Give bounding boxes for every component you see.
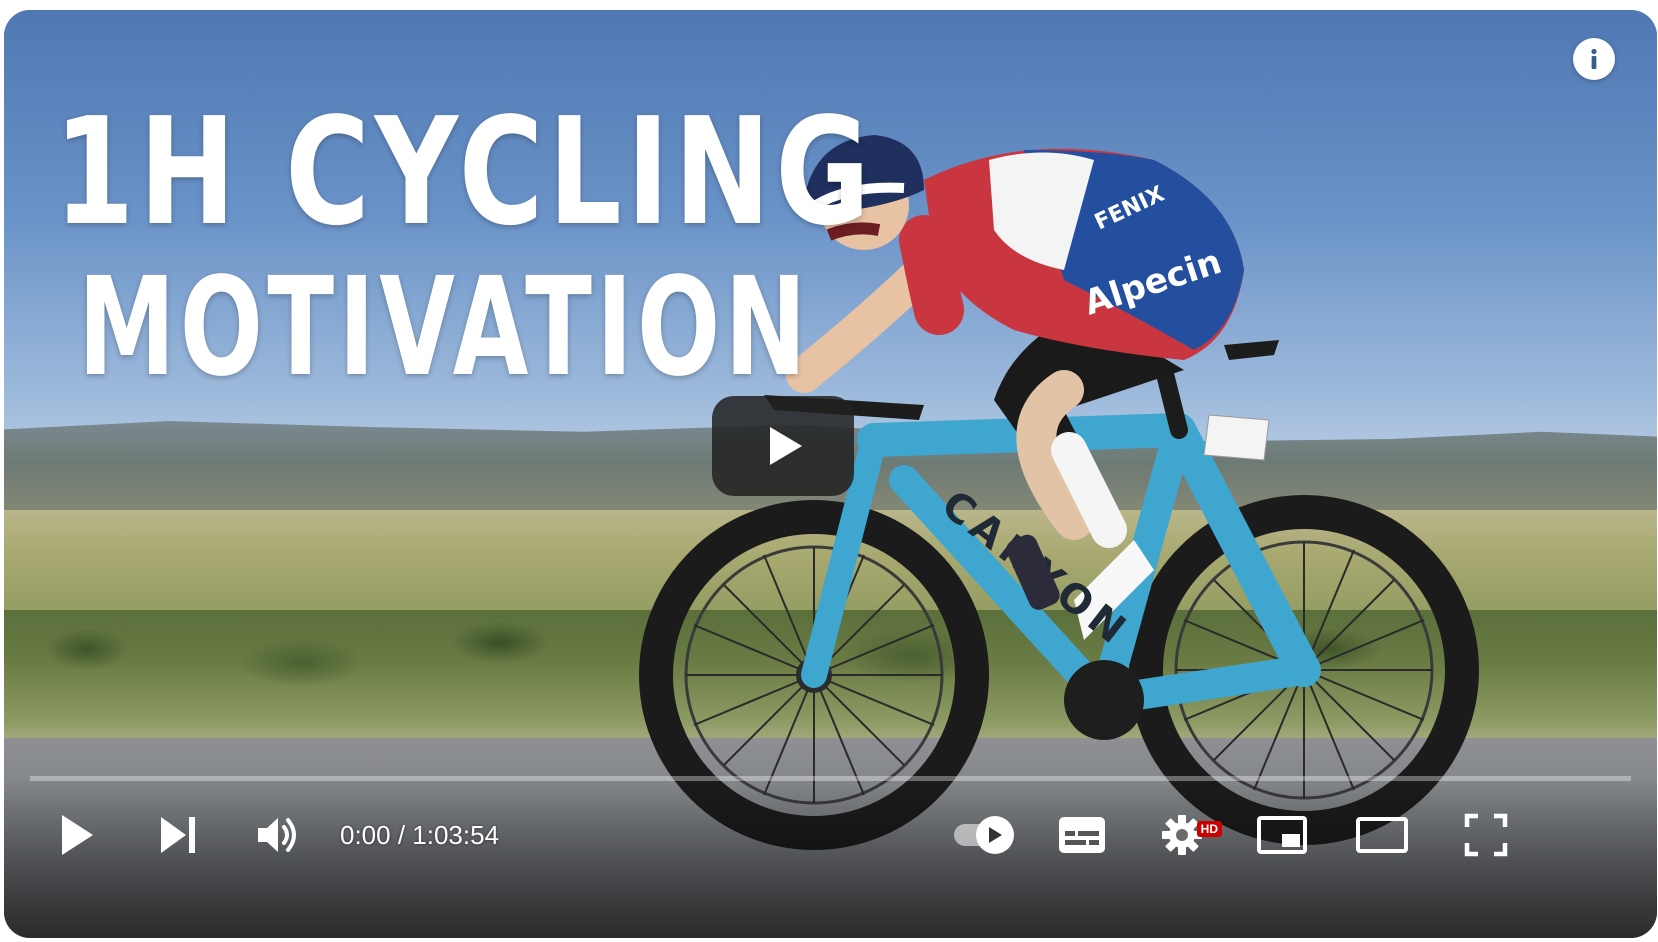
info-button[interactable] — [1573, 38, 1615, 80]
miniplayer-icon — [1257, 816, 1307, 854]
total-duration: 1:03:54 — [412, 819, 500, 850]
autoplay-knob — [976, 816, 1014, 854]
control-bar: 0:00 / 1:03:54 HD — [4, 800, 1657, 870]
large-play-button[interactable] — [712, 396, 854, 496]
settings-button[interactable]: HD — [1154, 800, 1222, 870]
info-icon — [1591, 48, 1597, 69]
current-time: 0:00 — [340, 819, 391, 850]
video-player[interactable]: Alpecin FENIX CANYON 1H CYCLING MOTIVATI… — [4, 10, 1657, 938]
play-icon — [62, 815, 93, 855]
hd-badge: HD — [1196, 821, 1222, 837]
thumbnail-title-line1: 1H CYCLING — [54, 86, 875, 258]
progress-bar[interactable] — [30, 776, 1631, 781]
volume-icon — [258, 818, 296, 852]
large-play-icon — [770, 427, 802, 465]
theater-mode-icon — [1356, 817, 1408, 853]
autoplay-toggle-icon — [989, 827, 1002, 843]
thumbnail-title-line2: MOTIVATION — [78, 249, 811, 407]
next-button[interactable] — [150, 800, 206, 870]
autoplay-toggle[interactable] — [940, 800, 1020, 870]
theater-mode-button[interactable] — [1352, 800, 1412, 870]
next-icon — [161, 817, 195, 853]
subtitles-icon — [1059, 817, 1105, 853]
miniplayer-button[interactable] — [1254, 800, 1310, 870]
thumbnail-title: 1H CYCLING MOTIVATION — [54, 98, 1106, 396]
subtitles-button[interactable] — [1054, 800, 1110, 870]
fullscreen-button[interactable] — [1458, 800, 1514, 870]
time-display: 0:00 / 1:03:54 — [340, 800, 499, 870]
settings-wrapper: HD — [1160, 813, 1222, 857]
play-button[interactable] — [50, 800, 104, 870]
autoplay-track — [954, 816, 1014, 854]
volume-button[interactable] — [248, 800, 308, 870]
time-separator: / — [390, 819, 413, 850]
fullscreen-icon — [1464, 813, 1508, 857]
